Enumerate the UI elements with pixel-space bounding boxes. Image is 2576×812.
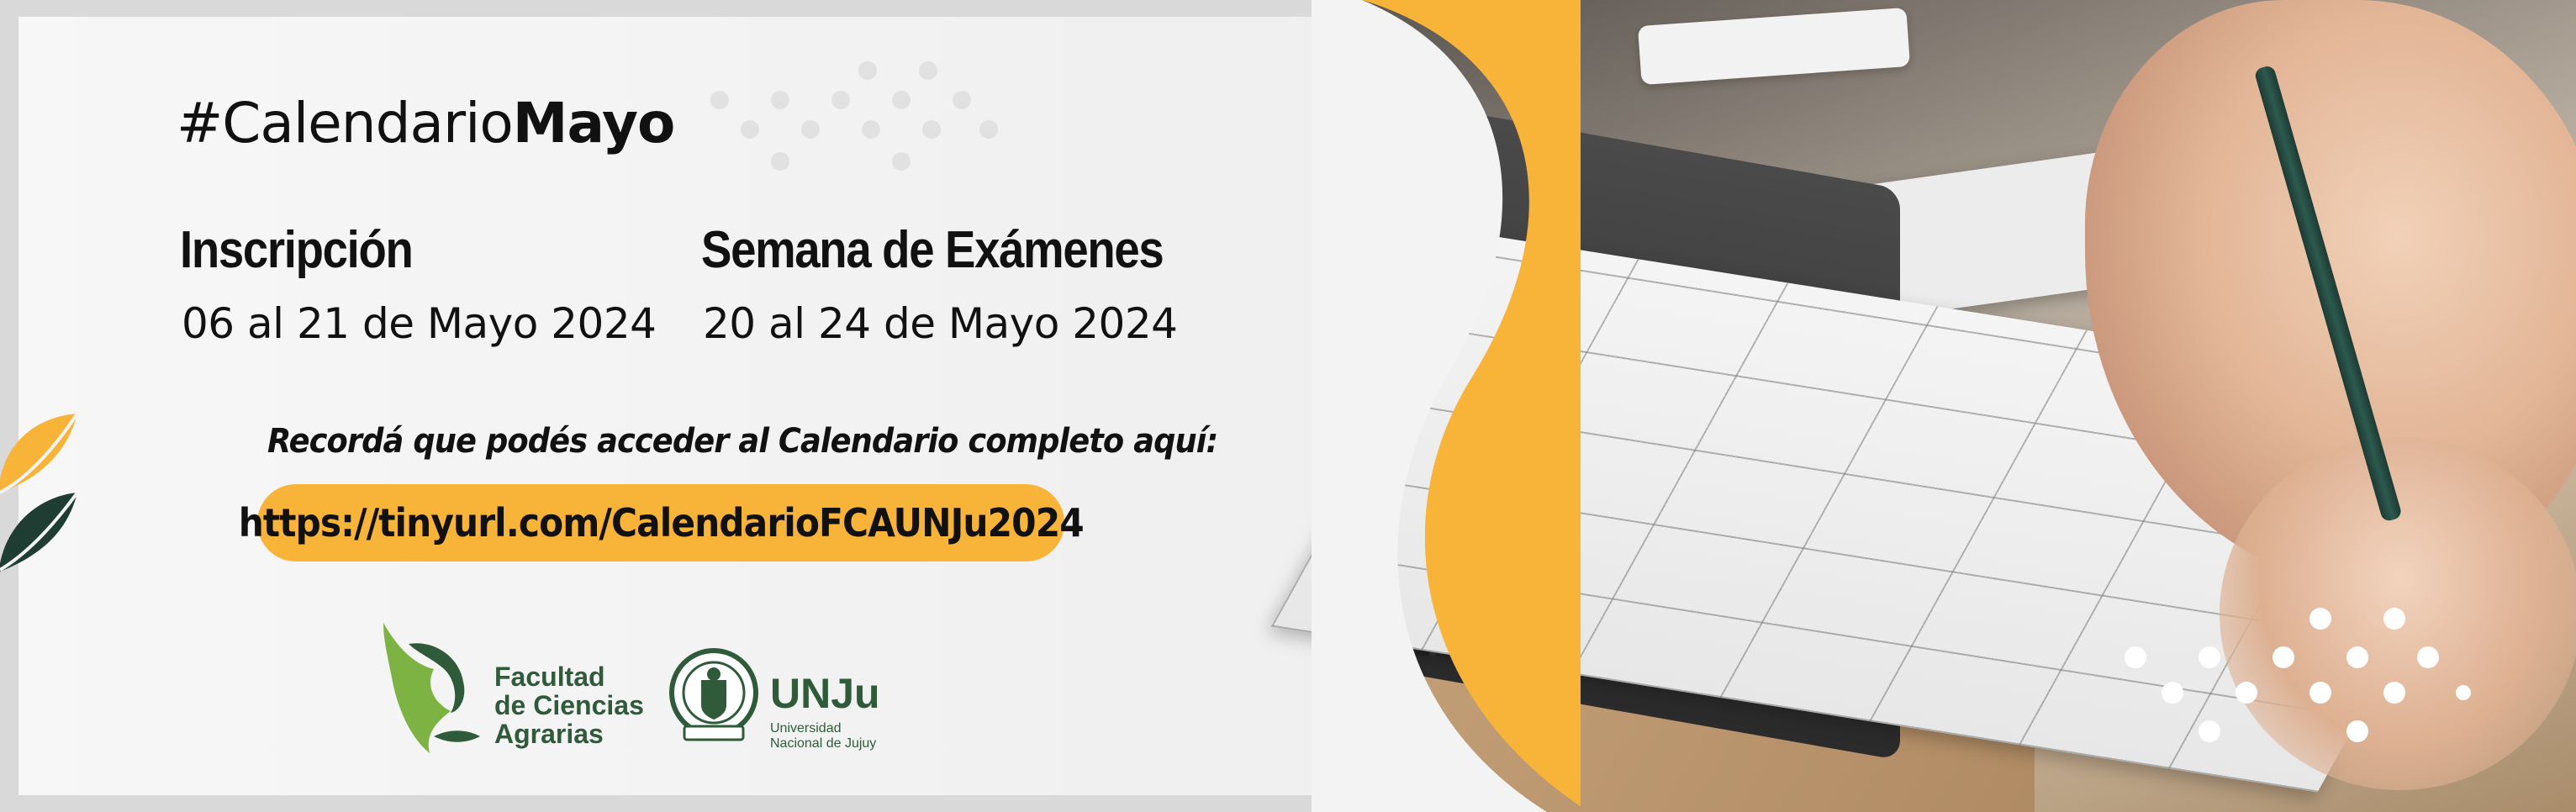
exams-heading: Semana de Exámenes: [701, 221, 1164, 279]
calendar-link-button[interactable]: https://tinyurl.com/CalendarioFCAUNJu202…: [238, 484, 1084, 562]
exams-dates: 20 al 24 de Mayo 2024: [703, 299, 1178, 348]
university-line-1: Universidad: [770, 721, 842, 736]
dots-decoration-top: [710, 61, 998, 171]
faculty-line-2: de Ciencias: [494, 690, 644, 720]
hashtag-prefix: #Calendario: [177, 91, 514, 156]
faculty-name: Facultad de Ciencias Agrarias: [494, 662, 644, 748]
leaf-head-icon: [383, 623, 480, 753]
university-line-2: Nacional de Jujuy: [770, 736, 877, 751]
hashtag-title: #CalendarioMayo: [177, 91, 676, 156]
calendar-link-text[interactable]: https://tinyurl.com/CalendarioFCAUNJu202…: [238, 500, 1084, 546]
yellow-curve-divider: [1312, 0, 1581, 812]
background-device: [1637, 7, 1911, 86]
hashtag-month: Mayo: [512, 91, 676, 156]
dots-decoration-bottom: [2125, 608, 2471, 742]
banner: #CalendarioMayo Inscripción 06 al 21 de …: [0, 0, 2576, 812]
faculty-line-3: Agrarias: [494, 719, 604, 749]
faculty-line-1: Facultad: [494, 662, 605, 692]
reminder-text: Recordá que podés acceder al Calendario …: [267, 422, 1218, 461]
seal-icon: [669, 648, 758, 741]
inscription-heading: Inscripción: [180, 221, 414, 279]
university-abbr: UNJu: [770, 670, 880, 717]
university-name: Universidad Nacional de Jujuy: [770, 721, 876, 751]
leaf-icon: [0, 412, 79, 572]
inscription-dates: 06 al 21 de Mayo 2024: [182, 299, 657, 348]
